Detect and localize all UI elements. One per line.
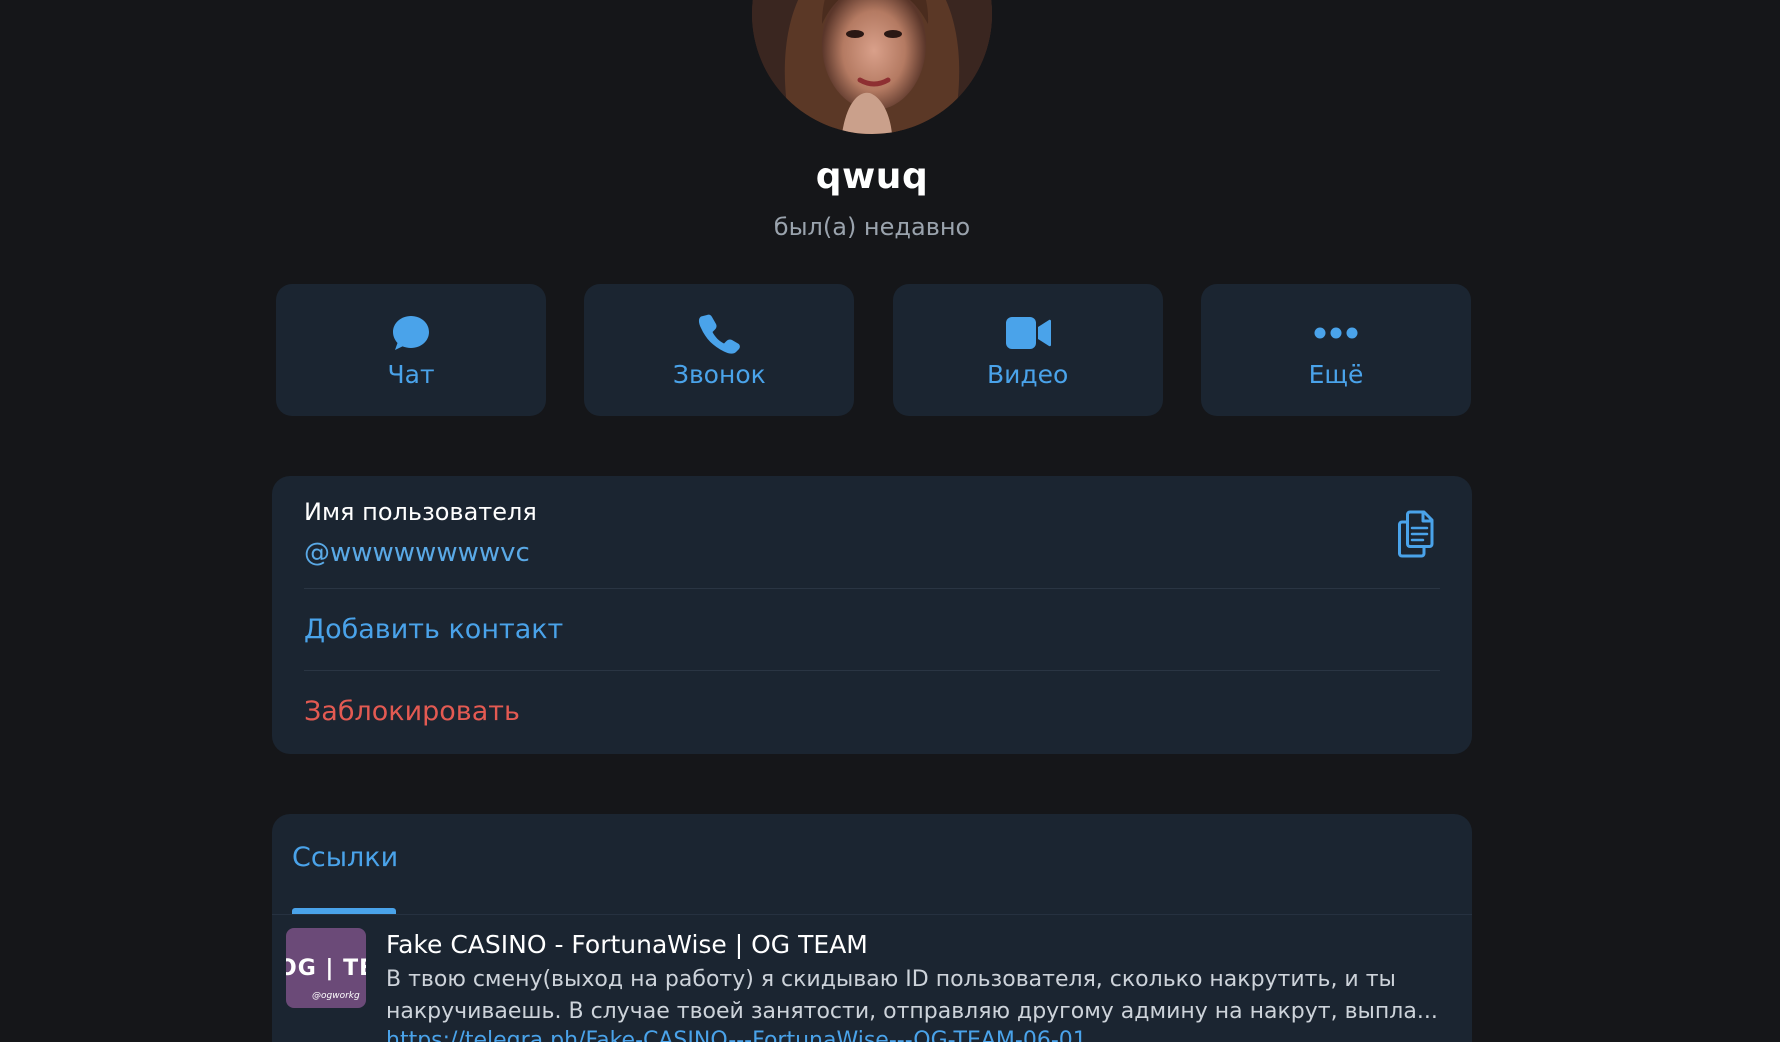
divider xyxy=(304,670,1440,671)
thumbnail-subtext: @ogworkg xyxy=(312,991,360,1001)
profile-status: был(а) недавно xyxy=(773,213,971,241)
profile-page: qwuq был(а) недавно Чат Звонок Видео Ещё… xyxy=(0,0,1780,1042)
video-button-label: Видео xyxy=(986,359,1069,389)
tab-links[interactable]: Ссылки xyxy=(292,842,398,873)
chat-bubble-icon xyxy=(391,312,431,354)
user-info-card: Имя пользователя @wwwwwwwwvc Добавить ко… xyxy=(272,476,1472,754)
video-button[interactable]: Видео xyxy=(892,284,1163,416)
call-button-label: Звонок xyxy=(672,359,766,389)
shared-links-card: Ссылки OG | TEAM @ogworkg Fake CASINO - … xyxy=(272,814,1472,1042)
call-button[interactable]: Звонок xyxy=(584,284,855,416)
link-thumbnail[interactable]: OG | TEAM @ogworkg xyxy=(286,928,366,1008)
thumbnail-text: OG | TEAM xyxy=(286,956,366,981)
chat-button[interactable]: Чат xyxy=(276,284,546,416)
link-description: В твою смену(выход на работу) я скидываю… xyxy=(386,967,1438,1024)
block-user-button[interactable]: Заблокировать xyxy=(304,696,520,727)
username-value[interactable]: @wwwwwwwwvc xyxy=(304,538,530,568)
avatar-photo xyxy=(752,0,992,134)
username-label: Имя пользователя xyxy=(304,498,537,526)
phone-icon xyxy=(698,312,741,354)
more-button-label: Ещё xyxy=(1308,359,1364,389)
chat-button-label: Чат xyxy=(387,359,435,389)
action-bar: Чат Звонок Видео Ещё xyxy=(276,284,1471,416)
more-dots-icon xyxy=(1314,312,1358,354)
divider xyxy=(304,588,1440,589)
link-url[interactable]: https://telegra.ph/Fake-CASINO---Fortuna… xyxy=(386,1028,1087,1042)
more-button[interactable]: Ещё xyxy=(1200,284,1471,416)
link-title[interactable]: Fake CASINO - FortunaWise | OG TEAM xyxy=(386,930,868,959)
add-contact-button[interactable]: Добавить контакт xyxy=(304,614,563,645)
profile-name: qwuq xyxy=(815,156,929,197)
avatar[interactable] xyxy=(752,0,992,134)
copy-icon[interactable] xyxy=(1396,510,1438,558)
divider xyxy=(272,914,1472,915)
video-camera-icon xyxy=(1005,312,1051,354)
